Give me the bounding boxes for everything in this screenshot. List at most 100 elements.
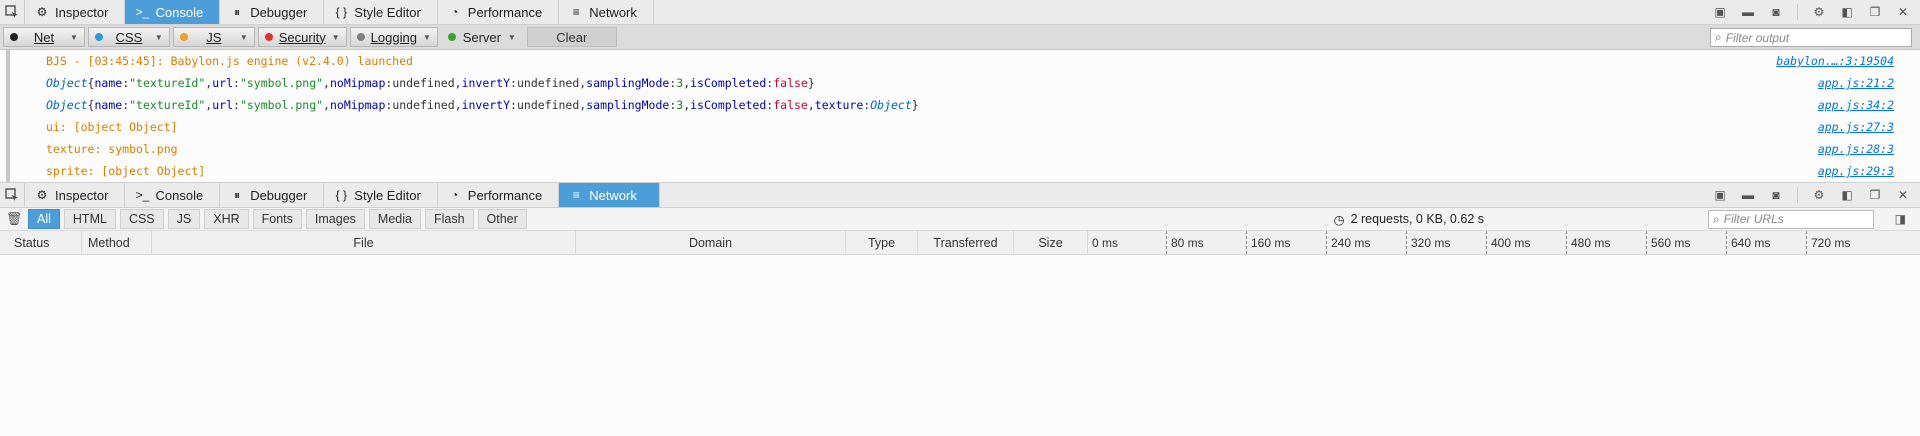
filter-net-button[interactable]: Net ▼ (3, 27, 85, 47)
column-file[interactable]: File (152, 231, 576, 254)
message-source-link[interactable]: app.js:27:3 (1818, 120, 1894, 134)
filter-urls-placeholder: Filter URLs (1723, 212, 1784, 226)
debugger-icon: ⏸ (234, 4, 241, 19)
tab-label: Inspector (55, 187, 109, 203)
frame-select-icon[interactable]: ▣ (1713, 188, 1727, 202)
tab-console[interactable]: >_ Console (125, 0, 221, 24)
network-filter-fonts[interactable]: Fonts (252, 209, 302, 229)
close-icon[interactable]: ✕ (1896, 5, 1910, 19)
column-domain[interactable]: Domain (576, 231, 846, 254)
network-toolbar: 🗑 All HTML CSS JS XHR Fonts Images Media… (0, 208, 1920, 231)
filter-output-input[interactable]: ⌕ Filter output (1710, 28, 1912, 47)
dropdown-arrow-icon: ▼ (422, 32, 431, 42)
prop-key: samplingMode (586, 76, 670, 90)
prop-key: invertY (461, 98, 511, 112)
network-filter-css[interactable]: CSS (119, 209, 164, 229)
column-type[interactable]: Type (846, 231, 918, 254)
message-source-link[interactable]: app.js:34:2 (1818, 98, 1894, 112)
column-size[interactable]: Size (1014, 231, 1088, 254)
network-filter-flash[interactable]: Flash (424, 209, 474, 229)
filter-output-placeholder: Filter output (1725, 30, 1790, 45)
column-method[interactable]: Method (82, 231, 152, 254)
prop-value: 3 (676, 98, 684, 112)
punct: } (807, 76, 815, 90)
element-picker-icon[interactable] (0, 0, 25, 24)
network-filter-all[interactable]: All (28, 209, 60, 229)
punct: : (510, 76, 517, 90)
tab-style-editor[interactable]: { } Style Editor (324, 0, 438, 24)
gear-icon[interactable]: ⚙ (1812, 5, 1826, 19)
prop-value: undefined (392, 76, 455, 90)
network-filter-xhr[interactable]: XHR (204, 209, 249, 229)
punct: , (205, 76, 213, 90)
console-message: Object { name: "textureId", url: "symbol… (6, 94, 1920, 116)
network-filter-js[interactable]: JS (167, 209, 201, 229)
message-source-link[interactable]: babylon.…:3:19504 (1776, 54, 1894, 68)
divider (1797, 4, 1798, 20)
toolbox-controls: ▣ ▬ ◙ ⚙ ◧ ❐ ✕ (1713, 183, 1920, 207)
close-icon[interactable]: ✕ (1896, 188, 1910, 202)
waterfall-ticks: 0 ms 80 ms 160 ms 240 ms 320 ms 400 ms 480 ms 5… (1088, 231, 1920, 254)
object-type[interactable]: Object (46, 76, 88, 90)
clear-button[interactable]: Clear (526, 27, 617, 47)
undock-icon[interactable]: ❐ (1868, 5, 1882, 19)
tab-performance[interactable]: ◔ Performance (438, 0, 560, 24)
waterfall-tick: 640 ms (1726, 231, 1806, 254)
trash-icon[interactable]: 🗑 (0, 211, 28, 227)
prop-value: "textureId" (129, 98, 206, 112)
split-console-icon[interactable]: ▬ (1741, 188, 1755, 202)
tab-debugger[interactable]: ⏸ Debugger (220, 0, 325, 24)
message-source-link[interactable]: app.js:28:3 (1818, 142, 1894, 156)
tab-inspector[interactable]: ⚙ Inspector (25, 0, 126, 24)
filter-urls-input[interactable]: ⌕ Filter URLs (1708, 209, 1874, 229)
tab-debugger[interactable]: ⏸ Debugger (220, 183, 325, 207)
filter-label: CSS (115, 29, 143, 45)
network-filter-html[interactable]: HTML (63, 209, 116, 229)
prop-key: noMipmap (329, 98, 386, 112)
summary-text: 2 requests, 0 KB, 0.62 s (1350, 212, 1484, 226)
tab-console[interactable]: >_ Console (125, 183, 221, 207)
tab-network[interactable]: ≡ Network (559, 0, 654, 24)
message-source-link[interactable]: app.js:21:2 (1818, 76, 1894, 90)
filter-logging-button[interactable]: Logging ▼ (349, 27, 438, 47)
tab-label: Style Editor (354, 187, 421, 203)
column-transferred[interactable]: Transferred (918, 231, 1014, 254)
tab-network[interactable]: ≡ Network (559, 183, 660, 207)
split-console-icon[interactable]: ▬ (1741, 5, 1755, 19)
message-text: BJS - [03:45:45]: Babylon.js engine (v2.… (46, 54, 413, 68)
dock-side-icon[interactable]: ◧ (1840, 5, 1854, 19)
dock-side-icon[interactable]: ◧ (1840, 188, 1854, 202)
network-filter-images[interactable]: Images (305, 209, 365, 229)
message-source-link[interactable]: app.js:29:3 (1818, 164, 1894, 178)
filter-server-button[interactable]: Server ▼ (440, 27, 523, 47)
object-type[interactable]: Object (46, 98, 88, 112)
screenshot-icon[interactable]: ◙ (1769, 188, 1783, 202)
network-filter-other[interactable]: Other (477, 209, 527, 229)
message-text: ui: [object Object] (46, 120, 178, 134)
filter-js-button[interactable]: JS ▼ (172, 27, 255, 47)
performance-icon: ◔ (451, 5, 459, 19)
filter-css-button[interactable]: CSS ▼ (87, 27, 170, 47)
style-editor-icon: { } (335, 5, 347, 19)
network-icon: ≡ (572, 188, 580, 202)
filter-security-button[interactable]: Security ▼ (257, 27, 347, 47)
inspector-icon: ⚙ (36, 188, 48, 202)
prop-value: "symbol.png" (239, 76, 324, 90)
network-filter-media[interactable]: Media (368, 209, 421, 229)
toggle-sidebar-icon[interactable]: ◨ (1895, 212, 1906, 226)
toolbox-controls: ▣ ▬ ◙ ⚙ ◧ ❐ ✕ (1713, 0, 1920, 24)
undock-icon[interactable]: ❐ (1868, 188, 1882, 202)
element-picker-icon[interactable] (0, 183, 25, 207)
object-type[interactable]: Object (870, 98, 912, 112)
screenshot-icon[interactable]: ◙ (1769, 5, 1783, 19)
tab-performance[interactable]: ◔ Performance (438, 183, 560, 207)
column-status[interactable]: Status (0, 231, 82, 254)
tab-style-editor[interactable]: { } Style Editor (324, 183, 438, 207)
prop-key: isCompleted (690, 76, 767, 90)
tab-inspector[interactable]: ⚙ Inspector (25, 183, 126, 207)
waterfall-tick: 480 ms (1566, 231, 1646, 254)
frame-select-icon[interactable]: ▣ (1713, 5, 1727, 19)
gear-icon[interactable]: ⚙ (1812, 188, 1826, 202)
network-summary[interactable]: ◷ 2 requests, 0 KB, 0.62 s (1334, 212, 1484, 227)
tab-label: Network (589, 4, 637, 20)
